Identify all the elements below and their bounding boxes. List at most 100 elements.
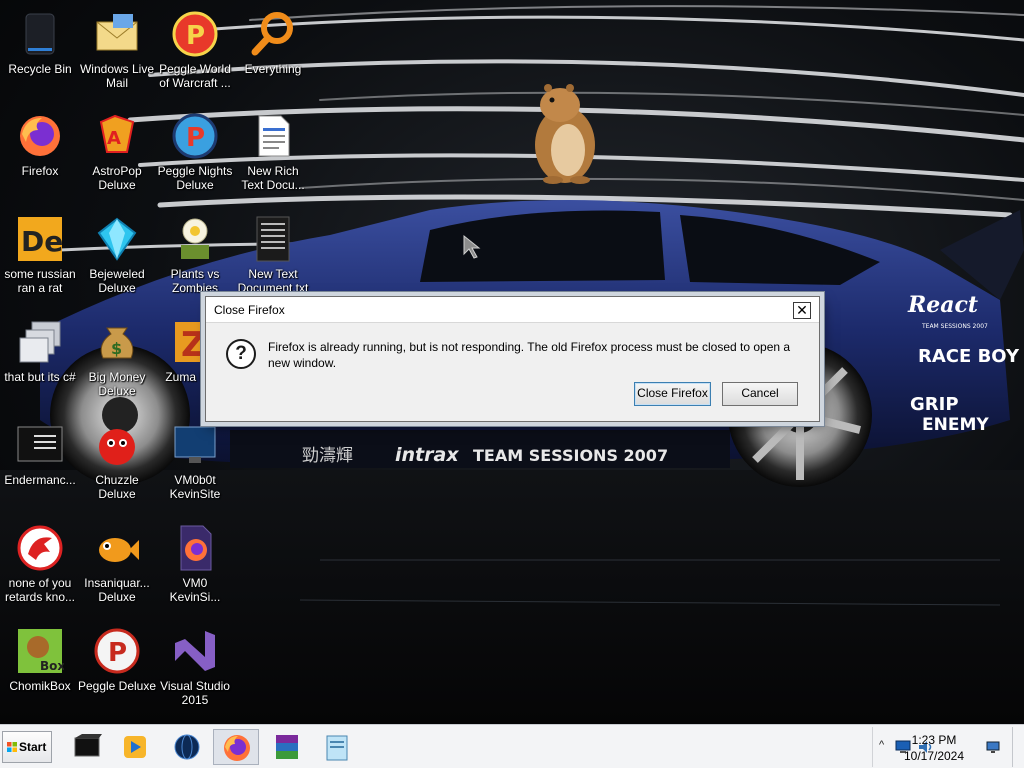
desktop-shortcut-label: Big Money Deluxe xyxy=(88,370,146,398)
desktop-shortcut[interactable]: Endermanc... xyxy=(0,421,80,487)
big-money-deluxe-icon: $ xyxy=(100,327,134,359)
wallpaper-react-logo: React xyxy=(907,292,978,318)
desktop-shortcut-label: none of you retards kno... xyxy=(4,576,76,604)
taskbar-firefox-icon xyxy=(224,735,250,761)
clock-time[interactable]: 1:23 PM xyxy=(894,733,974,747)
windows-live-mail-icon xyxy=(96,14,138,51)
desktop-shortcut[interactable]: Bejeweled Deluxe xyxy=(77,215,157,295)
desktop-shortcut-label: Insaniquar... Deluxe xyxy=(84,576,150,604)
desktop-shortcut-label: that but its c# xyxy=(4,370,76,384)
wallpaper-kanji-text: 勁濤輝 xyxy=(302,446,353,466)
desktop-shortcut-label: Peggle Deluxe xyxy=(77,679,157,693)
desktop-shortcut-label: Windows Live Mail xyxy=(79,62,155,90)
desktop-shortcut-label: New Text Document.txt xyxy=(237,267,309,295)
svg-text:P: P xyxy=(108,638,127,668)
desktop-shortcut[interactable]: VM0b0t KevinSite xyxy=(155,421,235,501)
desktop-shortcut[interactable]: New Text Document.txt xyxy=(233,215,313,295)
desktop-shortcut-label: VM0 KevinSi... xyxy=(169,576,221,604)
desktop-shortcut-label: Endermanc... xyxy=(4,473,76,487)
insaniquarium-deluxe-icon xyxy=(99,538,139,562)
desktop-shortcut[interactable]: Firefox xyxy=(0,112,80,178)
desktop-shortcut[interactable]: Insaniquar... Deluxe xyxy=(77,524,157,604)
taskbar-globe-icon xyxy=(174,734,200,760)
desktop-shortcut[interactable]: A AstroPop Deluxe xyxy=(77,112,157,192)
wallpaper-enemy-logo: ENEMY xyxy=(922,415,989,435)
svg-text:$: $ xyxy=(111,339,122,358)
peggle-nights-deluxe-icon: P xyxy=(172,113,218,159)
show-desktop-button[interactable] xyxy=(1012,727,1024,767)
desktop-shortcut-label: ChomikBox xyxy=(9,679,71,693)
desktop-shortcut-label: AstroPop Deluxe xyxy=(92,164,142,192)
wallpaper-brand-text: intrax xyxy=(395,444,459,466)
desktop-shortcut[interactable]: VM0 KevinSi... xyxy=(155,524,235,604)
dialog-message: Firefox is already running, but is not r… xyxy=(268,340,791,370)
network-tray-icon[interactable] xyxy=(985,740,1001,754)
taskbar: Start ^ 1:23 PM 10/17/2024 xyxy=(0,724,1024,768)
taskbar-app-button[interactable] xyxy=(264,729,310,765)
svg-text:P: P xyxy=(186,123,205,153)
question-icon: ? xyxy=(226,339,256,369)
plants-vs-zombies-icon xyxy=(181,218,209,259)
desktop-shortcut-label: Chuzzle Deluxe xyxy=(95,473,139,501)
desktop-shortcut-label: Firefox xyxy=(21,164,59,178)
desktop-shortcut[interactable]: $ Big Money Deluxe xyxy=(77,318,157,398)
firefox-file-icon xyxy=(180,525,212,571)
desktop-shortcut[interactable]: P Peggle Deluxe xyxy=(77,627,157,693)
desktop-shortcut-label: Visual Studio 2015 xyxy=(160,679,230,707)
de-app-icon: De xyxy=(18,217,63,261)
astropop-deluxe-icon: A xyxy=(99,114,135,153)
desktop-shortcut-label: Everything xyxy=(244,62,302,76)
dialog-close-button[interactable]: ✕ xyxy=(793,302,811,319)
desktop-shortcut-label: Bejeweled Deluxe xyxy=(89,267,145,295)
dialog-title: Close Firefox xyxy=(214,303,285,317)
hamster-figure xyxy=(535,84,595,184)
taskbar-app-button[interactable] xyxy=(313,729,359,765)
start-button[interactable]: Start xyxy=(2,731,52,763)
desktop-shortcut[interactable]: New Rich Text Docu... xyxy=(233,112,313,192)
desktop-shortcut[interactable]: Box ChomikBox xyxy=(0,627,80,693)
taskbar-app-button[interactable] xyxy=(64,729,110,765)
svg-text:A: A xyxy=(107,128,121,149)
bejeweled-deluxe-icon xyxy=(97,217,137,261)
desktop-shortcut[interactable]: P Peggle Nights Deluxe xyxy=(155,112,235,192)
wallpaper-react-sub: TEAM SESSIONS 2007 xyxy=(921,323,988,330)
desktop-shortcut-label: Recycle Bin xyxy=(8,62,72,76)
rich-text-document-icon xyxy=(258,115,290,157)
svg-text:P: P xyxy=(186,21,205,51)
desktop-shortcut[interactable]: De some russian ran a rat xyxy=(0,215,80,295)
desktop-shortcut-label: New Rich Text Docu... xyxy=(241,164,305,192)
taskbar-notepad-icon xyxy=(326,735,348,761)
terminal-icon xyxy=(17,426,63,462)
desktop-shortcut[interactable]: Windows Live Mail xyxy=(77,10,157,90)
close-firefox-button[interactable]: Close Firefox xyxy=(634,382,711,406)
desktop-shortcut[interactable]: Chuzzle Deluxe xyxy=(77,421,157,501)
windows-logo-icon xyxy=(7,742,17,752)
desktop-shortcut[interactable]: Plants vs Zombies xyxy=(155,215,235,295)
svg-text:Z: Z xyxy=(181,325,206,365)
chomikbox-icon: Box xyxy=(18,629,64,673)
system-tray: ^ 1:23 PM 10/17/2024 xyxy=(872,727,1024,767)
wallpaper-grip-logo: GRIP xyxy=(910,394,959,415)
cancel-button[interactable]: Cancel xyxy=(722,382,798,406)
desktop-shortcut[interactable]: Visual Studio 2015 xyxy=(155,627,235,707)
wallpaper-team-sessions-text: TEAM SESSIONS 2007 xyxy=(473,446,668,465)
firefox-icon xyxy=(20,116,60,156)
clock-date[interactable]: 10/17/2024 xyxy=(894,749,974,763)
taskbar-app-button[interactable] xyxy=(112,729,158,765)
desktop-shortcut[interactable]: that but its c# xyxy=(0,318,80,384)
vm-monitor-icon xyxy=(174,426,216,463)
desktop-shortcut[interactable]: P Peggle World of Warcraft ... xyxy=(155,10,235,90)
desktop-shortcut[interactable]: none of you retards kno... xyxy=(0,524,80,604)
show-hidden-icons-chevron-icon[interactable]: ^ xyxy=(879,739,884,751)
dialog-titlebar[interactable]: Close Firefox ✕ xyxy=(206,297,819,323)
svg-text:De: De xyxy=(21,225,63,258)
desktop-shortcut-label: Peggle Nights Deluxe xyxy=(157,164,233,192)
taskbar-app-button[interactable] xyxy=(164,729,210,765)
peggle-world-of-warcraft-icon: P xyxy=(172,11,218,57)
desktop-shortcut[interactable]: Recycle Bin xyxy=(0,10,80,76)
taskbar-app-button[interactable] xyxy=(213,729,259,765)
desktop-shortcut[interactable]: Everything xyxy=(233,10,313,76)
desktop-shortcut-label: some russian ran a rat xyxy=(4,267,76,295)
svg-text:Box: Box xyxy=(40,659,64,673)
start-label: Start xyxy=(19,740,47,754)
